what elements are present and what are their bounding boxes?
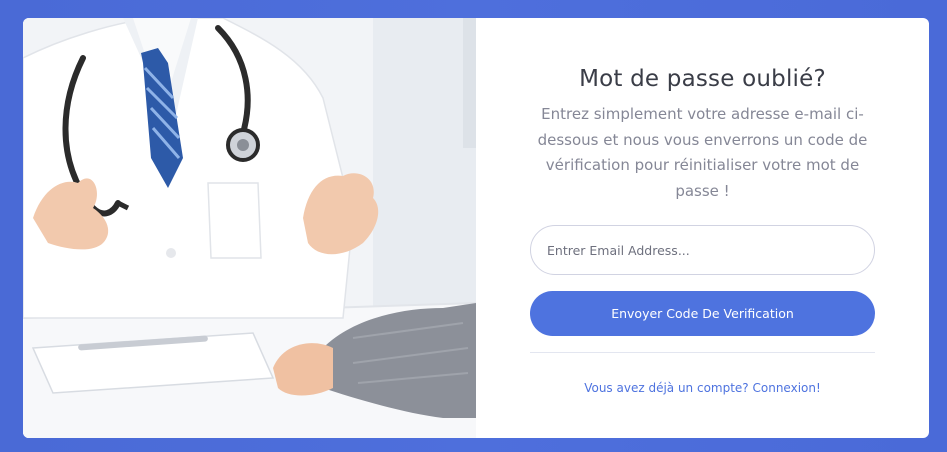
forgot-password-form: Mot de passe oublié? Entrez simplement v… <box>476 18 929 438</box>
page-title: Mot de passe oublié? <box>579 66 826 92</box>
send-verification-code-button[interactable]: Envoyer Code De Verification <box>530 291 875 336</box>
doctor-illustration-icon <box>23 18 476 438</box>
divider <box>530 352 875 353</box>
login-link[interactable]: Vous avez déjà un compte? Connexion! <box>584 381 821 395</box>
instructions-text: Entrez simplement votre adresse e-mail c… <box>537 105 868 200</box>
email-field[interactable] <box>530 225 875 275</box>
forgot-password-card: Mot de passe oublié? Entrez simplement v… <box>23 18 929 438</box>
doctor-illustration <box>23 18 476 438</box>
